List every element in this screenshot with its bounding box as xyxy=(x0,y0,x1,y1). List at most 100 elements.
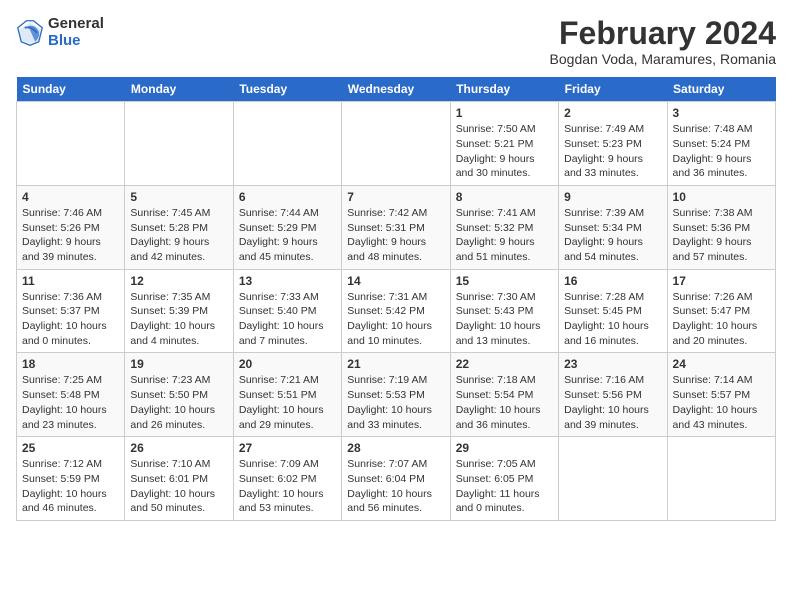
calendar-cell: 11 Sunrise: 7:36 AMSunset: 5:37 PMDayligh… xyxy=(17,269,125,353)
day-number: 25 xyxy=(22,441,119,455)
day-info: Sunrise: 7:31 AMSunset: 5:42 PMDaylight:… xyxy=(347,290,444,349)
day-info: Sunrise: 7:10 AMSunset: 6:01 PMDaylight:… xyxy=(130,457,227,516)
day-info: Sunrise: 7:09 AMSunset: 6:02 PMDaylight:… xyxy=(239,457,336,516)
calendar-cell: 21Sunrise: 7:19 AMSunset: 5:53 PMDayligh… xyxy=(342,353,450,437)
calendar-cell: 13 Sunrise: 7:33 AMSunset: 5:40 PMDayligh… xyxy=(233,269,341,353)
day-info: Sunrise: 7:28 AMSunset: 5:45 PMDaylight:… xyxy=(564,290,661,349)
calendar-cell: 7 Sunrise: 7:42 AMSunset: 5:31 PMDaylight… xyxy=(342,185,450,269)
day-number: 12 xyxy=(130,274,227,288)
calendar-week-4: 18 Sunrise: 7:25 AMSunset: 5:48 PMDayligh… xyxy=(17,353,776,437)
day-info: Sunrise: 7:42 AMSunset: 5:31 PMDaylight:… xyxy=(347,206,444,265)
calendar-cell: 5 Sunrise: 7:45 AMSunset: 5:28 PMDaylight… xyxy=(125,185,233,269)
day-info: Sunrise: 7:25 AMSunset: 5:48 PMDaylight:… xyxy=(22,373,119,432)
day-number: 14 xyxy=(347,274,444,288)
calendar-cell xyxy=(559,437,667,521)
day-info: Sunrise: 7:18 AMSunset: 5:54 PMDaylight:… xyxy=(456,373,553,432)
day-info: Sunrise: 7:33 AMSunset: 5:40 PMDaylight:… xyxy=(239,290,336,349)
day-info: Sunrise: 7:30 AMSunset: 5:43 PMDaylight:… xyxy=(456,290,553,349)
calendar-week-5: 25 Sunrise: 7:12 AMSunset: 5:59 PMDayligh… xyxy=(17,437,776,521)
day-info: Sunrise: 7:44 AMSunset: 5:29 PMDaylight:… xyxy=(239,206,336,265)
day-number: 6 xyxy=(239,190,336,204)
day-number: 24 xyxy=(673,357,770,371)
calendar-cell: 2 Sunrise: 7:49 AMSunset: 5:23 PMDaylight… xyxy=(559,102,667,186)
calendar-cell xyxy=(342,102,450,186)
calendar-header-monday: Monday xyxy=(125,77,233,102)
calendar-header-friday: Friday xyxy=(559,77,667,102)
calendar-cell: 12 Sunrise: 7:35 AMSunset: 5:39 PMDayligh… xyxy=(125,269,233,353)
day-number: 13 xyxy=(239,274,336,288)
calendar-cell xyxy=(233,102,341,186)
day-number: 23 xyxy=(564,357,661,371)
day-info: Sunrise: 7:16 AMSunset: 5:56 PMDaylight:… xyxy=(564,373,661,432)
day-number: 7 xyxy=(347,190,444,204)
logo-icon xyxy=(16,19,44,47)
logo-blue-text: Blue xyxy=(48,33,104,50)
calendar-header-wednesday: Wednesday xyxy=(342,77,450,102)
day-info: Sunrise: 7:35 AMSunset: 5:39 PMDaylight:… xyxy=(130,290,227,349)
calendar-cell: 8Sunrise: 7:41 AMSunset: 5:32 PMDaylight… xyxy=(450,185,558,269)
calendar-cell: 29 Sunrise: 7:05 AMSunset: 6:05 PMDayligh… xyxy=(450,437,558,521)
calendar-week-2: 4 Sunrise: 7:46 AMSunset: 5:26 PMDaylight… xyxy=(17,185,776,269)
calendar-cell: 22Sunrise: 7:18 AMSunset: 5:54 PMDayligh… xyxy=(450,353,558,437)
calendar-header-sunday: Sunday xyxy=(17,77,125,102)
calendar-cell: 9Sunrise: 7:39 AMSunset: 5:34 PMDaylight… xyxy=(559,185,667,269)
day-number: 21 xyxy=(347,357,444,371)
calendar-cell: 4 Sunrise: 7:46 AMSunset: 5:26 PMDaylight… xyxy=(17,185,125,269)
day-number: 26 xyxy=(130,441,227,455)
day-info: Sunrise: 7:45 AMSunset: 5:28 PMDaylight:… xyxy=(130,206,227,265)
day-number: 9 xyxy=(564,190,661,204)
calendar-header-tuesday: Tuesday xyxy=(233,77,341,102)
title-block: February 2024 Bogdan Voda, Maramures, Ro… xyxy=(550,16,776,67)
calendar-cell xyxy=(667,437,775,521)
calendar-cell: 25 Sunrise: 7:12 AMSunset: 5:59 PMDayligh… xyxy=(17,437,125,521)
calendar-cell: 1 Sunrise: 7:50 AMSunset: 5:21 PMDaylight… xyxy=(450,102,558,186)
day-number: 11 xyxy=(22,274,119,288)
day-info: Sunrise: 7:14 AMSunset: 5:57 PMDaylight:… xyxy=(673,373,770,432)
day-number: 1 xyxy=(456,106,553,120)
day-number: 2 xyxy=(564,106,661,120)
calendar-week-1: 1 Sunrise: 7:50 AMSunset: 5:21 PMDaylight… xyxy=(17,102,776,186)
calendar-cell: 10 Sunrise: 7:38 AMSunset: 5:36 PMDayligh… xyxy=(667,185,775,269)
calendar-table: SundayMondayTuesdayWednesdayThursdayFrid… xyxy=(16,77,776,521)
day-number: 4 xyxy=(22,190,119,204)
day-number: 10 xyxy=(673,190,770,204)
day-info: Sunrise: 7:07 AMSunset: 6:04 PMDaylight:… xyxy=(347,457,444,516)
calendar-cell: 26 Sunrise: 7:10 AMSunset: 6:01 PMDayligh… xyxy=(125,437,233,521)
logo: General Blue xyxy=(16,16,104,49)
header: General Blue February 2024 Bogdan Voda, … xyxy=(16,16,776,67)
day-info: Sunrise: 7:26 AMSunset: 5:47 PMDaylight:… xyxy=(673,290,770,349)
day-info: Sunrise: 7:38 AMSunset: 5:36 PMDaylight:… xyxy=(673,206,770,265)
day-info: Sunrise: 7:12 AMSunset: 5:59 PMDaylight:… xyxy=(22,457,119,516)
day-info: Sunrise: 7:41 AMSunset: 5:32 PMDaylight:… xyxy=(456,206,553,265)
day-info: Sunrise: 7:48 AMSunset: 5:24 PMDaylight:… xyxy=(673,122,770,181)
day-info: Sunrise: 7:50 AMSunset: 5:21 PMDaylight:… xyxy=(456,122,553,181)
calendar-cell xyxy=(125,102,233,186)
day-number: 5 xyxy=(130,190,227,204)
logo-general-text: General xyxy=(48,16,104,33)
day-number: 15 xyxy=(456,274,553,288)
calendar-cell: 14 Sunrise: 7:31 AMSunset: 5:42 PMDayligh… xyxy=(342,269,450,353)
calendar-cell xyxy=(17,102,125,186)
day-info: Sunrise: 7:49 AMSunset: 5:23 PMDaylight:… xyxy=(564,122,661,181)
calendar-header-saturday: Saturday xyxy=(667,77,775,102)
calendar-cell: 28Sunrise: 7:07 AMSunset: 6:04 PMDayligh… xyxy=(342,437,450,521)
main-title: February 2024 xyxy=(550,16,776,51)
day-number: 18 xyxy=(22,357,119,371)
day-info: Sunrise: 7:46 AMSunset: 5:26 PMDaylight:… xyxy=(22,206,119,265)
calendar-cell: 20Sunrise: 7:21 AMSunset: 5:51 PMDayligh… xyxy=(233,353,341,437)
day-number: 27 xyxy=(239,441,336,455)
day-info: Sunrise: 7:36 AMSunset: 5:37 PMDaylight:… xyxy=(22,290,119,349)
calendar-cell: 23 Sunrise: 7:16 AMSunset: 5:56 PMDayligh… xyxy=(559,353,667,437)
day-number: 16 xyxy=(564,274,661,288)
calendar-cell: 6 Sunrise: 7:44 AMSunset: 5:29 PMDaylight… xyxy=(233,185,341,269)
calendar-cell: 19Sunrise: 7:23 AMSunset: 5:50 PMDayligh… xyxy=(125,353,233,437)
calendar-cell: 24 Sunrise: 7:14 AMSunset: 5:57 PMDayligh… xyxy=(667,353,775,437)
day-info: Sunrise: 7:21 AMSunset: 5:51 PMDaylight:… xyxy=(239,373,336,432)
day-number: 29 xyxy=(456,441,553,455)
calendar-cell: 17Sunrise: 7:26 AMSunset: 5:47 PMDayligh… xyxy=(667,269,775,353)
calendar-cell: 16 Sunrise: 7:28 AMSunset: 5:45 PMDayligh… xyxy=(559,269,667,353)
day-number: 19 xyxy=(130,357,227,371)
day-info: Sunrise: 7:05 AMSunset: 6:05 PMDaylight:… xyxy=(456,457,553,516)
calendar-cell: 15 Sunrise: 7:30 AMSunset: 5:43 PMDayligh… xyxy=(450,269,558,353)
calendar-header-row: SundayMondayTuesdayWednesdayThursdayFrid… xyxy=(17,77,776,102)
